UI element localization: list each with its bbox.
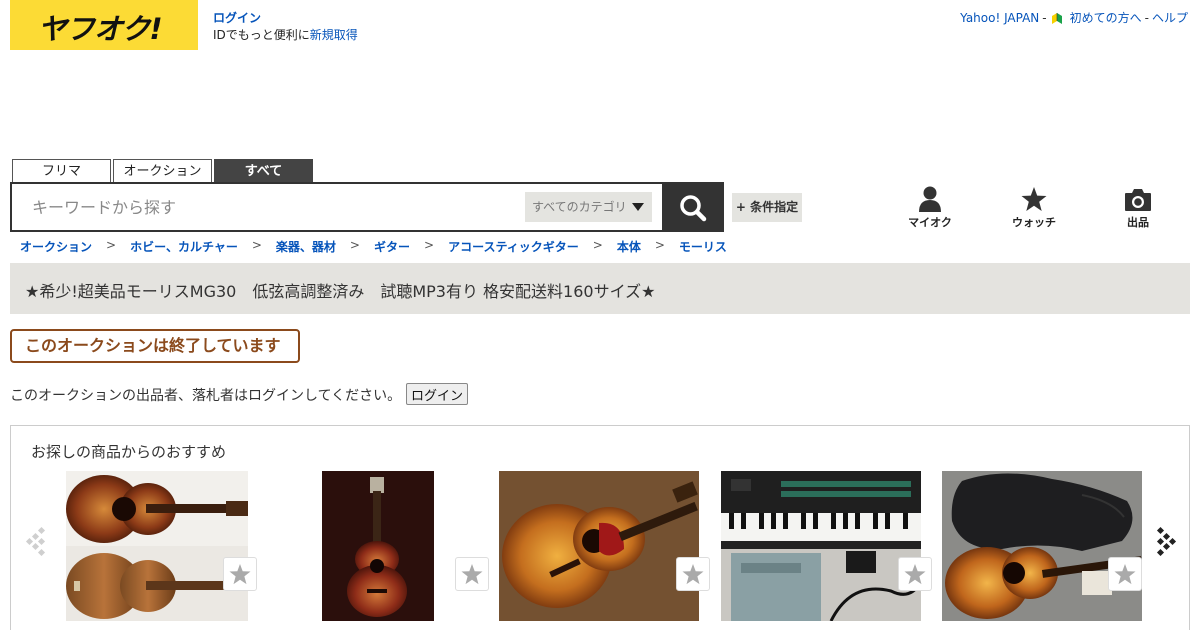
- breadcrumb-instruments[interactable]: 楽器、器材: [276, 238, 336, 255]
- breadcrumb-separator: >: [592, 238, 603, 252]
- login-note: このオークションの出品者、落札者はログインしてください。: [10, 388, 402, 404]
- condition-filter-button[interactable]: + 条件指定: [732, 193, 802, 222]
- star-icon: [1021, 187, 1047, 211]
- tab-all[interactable]: すべて: [214, 159, 313, 183]
- breadcrumb-hobby-culture[interactable]: ホビー、カルチャー: [130, 238, 238, 255]
- watch-button[interactable]: [1108, 557, 1142, 591]
- tab-flea-market[interactable]: フリマ: [12, 159, 111, 183]
- yahoo-japan-link[interactable]: Yahoo! JAPAN: [960, 11, 1039, 25]
- search-button[interactable]: [662, 182, 724, 232]
- product-image-jumbo-sunburst-guitar[interactable]: [499, 471, 699, 621]
- search-tabs: フリマ オークション すべて: [12, 159, 313, 183]
- caret-down-icon: [632, 203, 644, 211]
- product-image-yamaha-keyboard[interactable]: [721, 471, 921, 621]
- tab-auction[interactable]: オークション: [113, 159, 212, 183]
- product-image-guitar-with-gig-bag[interactable]: [942, 471, 1142, 621]
- carousel-next-button[interactable]: [1155, 526, 1177, 560]
- watch-button[interactable]: [455, 557, 489, 591]
- star-icon: [461, 563, 483, 584]
- link-separator: -: [1042, 10, 1047, 25]
- myauction-button[interactable]: マイオク: [900, 184, 960, 230]
- search-input[interactable]: [14, 186, 514, 228]
- star-icon: [682, 563, 704, 584]
- breadcrumb-separator: >: [251, 238, 262, 252]
- beginner-mark-icon: [1050, 11, 1064, 25]
- top-links: Yahoo! JAPAN - 初めての方へ - ヘルプ: [960, 9, 1188, 26]
- chevron-right-icon: [1156, 526, 1177, 557]
- breadcrumb-separator: >: [654, 238, 665, 252]
- user-icon: [919, 186, 941, 212]
- breadcrumb-guitar[interactable]: ギター: [374, 238, 410, 255]
- watch-button[interactable]: [676, 557, 710, 591]
- star-icon: [229, 563, 251, 584]
- chevron-left-icon: [25, 526, 46, 557]
- watch-button[interactable]: [223, 557, 257, 591]
- breadcrumb-acoustic-guitar[interactable]: アコースティックギター: [448, 238, 579, 255]
- star-icon: [1114, 563, 1136, 584]
- breadcrumb-separator: >: [106, 238, 117, 252]
- login-description: IDでもっと便利に新規取得: [213, 28, 358, 42]
- login-area: ログイン IDでもっと便利に新規取得: [213, 10, 358, 44]
- help-link[interactable]: ヘルプ: [1152, 9, 1188, 26]
- product-image-small-sunburst-guitar[interactable]: [322, 471, 434, 621]
- camera-icon: [1125, 189, 1151, 211]
- breadcrumb-auction[interactable]: オークション: [20, 238, 92, 255]
- register-link[interactable]: 新規取得: [310, 28, 358, 42]
- sell-label: 出品: [1127, 216, 1149, 229]
- category-select-label: すべてのカテゴリ: [532, 200, 627, 214]
- recommendation-heading: お探しの商品からのおすすめ: [31, 443, 227, 461]
- login-desc-text: IDでもっと便利に: [213, 28, 310, 42]
- breadcrumb: オークション > ホビー、カルチャー > 楽器、器材 > ギター > アコーステ…: [20, 238, 727, 255]
- logo-text: ヤフオク!: [38, 12, 163, 46]
- product-image-sunburst-guitar-front-back[interactable]: [66, 471, 248, 621]
- item-title-bar: ★希少!超美品モーリスMG30 低弦高調整済み 試聴MP3有り 格安配送料160…: [10, 263, 1190, 314]
- login-button[interactable]: ログイン: [406, 383, 469, 405]
- watch-label: ウォッチ: [1012, 216, 1056, 229]
- yahuoku-logo[interactable]: ヤフオク!: [10, 0, 198, 50]
- breadcrumb-separator: >: [424, 238, 435, 252]
- category-select[interactable]: すべてのカテゴリ: [525, 192, 652, 222]
- item-title: ★希少!超美品モーリスMG30 低弦高調整済み 試聴MP3有り 格安配送料160…: [25, 282, 656, 301]
- link-separator: -: [1144, 10, 1149, 25]
- search-box: すべてのカテゴリ: [10, 182, 724, 232]
- breadcrumb-morris[interactable]: モーリス: [679, 238, 727, 255]
- breadcrumb-separator: >: [349, 238, 360, 252]
- watch-button[interactable]: [898, 557, 932, 591]
- auction-ended-badge: このオークションは終了しています: [10, 329, 300, 363]
- login-link[interactable]: ログイン: [213, 10, 358, 27]
- beginners-guide-link[interactable]: 初めての方へ: [1070, 9, 1142, 26]
- search-icon: [680, 195, 707, 222]
- carousel-prev-button[interactable]: [25, 526, 47, 560]
- myauction-label: マイオク: [908, 216, 952, 229]
- recommendation-panel: お探しの商品からのおすすめ: [10, 425, 1190, 630]
- star-icon: [904, 563, 926, 584]
- watch-list-button[interactable]: ウォッチ: [1004, 184, 1064, 230]
- sell-button[interactable]: 出品: [1108, 184, 1168, 230]
- breadcrumb-body[interactable]: 本体: [617, 238, 641, 255]
